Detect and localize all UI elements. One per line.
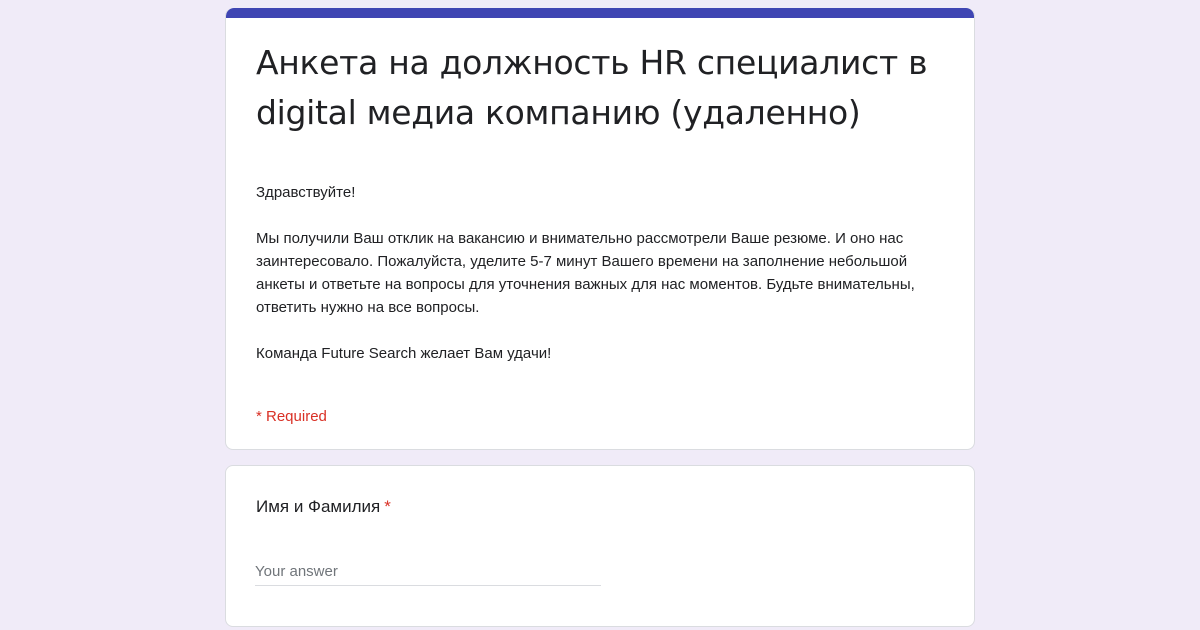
form-description: Здравствуйте! Мы получили Ваш отклик на … <box>256 181 951 365</box>
question-card-name: Имя и Фамилия * <box>225 465 975 627</box>
required-note: * Required <box>256 408 327 425</box>
accent-bar <box>226 8 974 18</box>
form-title: Анкета на должность HR специалист в digi… <box>256 43 928 132</box>
question-label-text: Имя и Фамилия <box>256 497 381 516</box>
question-label: Имя и Фамилия * <box>256 497 391 517</box>
description-signoff: Команда Future Search желает Вам удачи! <box>256 345 552 362</box>
description-body: Мы получили Ваш отклик на вакансию и вни… <box>256 230 915 316</box>
form-container: Анкета на должность HR специалист в digi… <box>225 8 975 627</box>
required-asterisk: * <box>384 497 391 516</box>
answer-input[interactable] <box>255 558 601 586</box>
form-header-card: Анкета на должность HR специалист в digi… <box>225 8 975 450</box>
description-greeting: Здравствуйте! <box>256 184 356 201</box>
